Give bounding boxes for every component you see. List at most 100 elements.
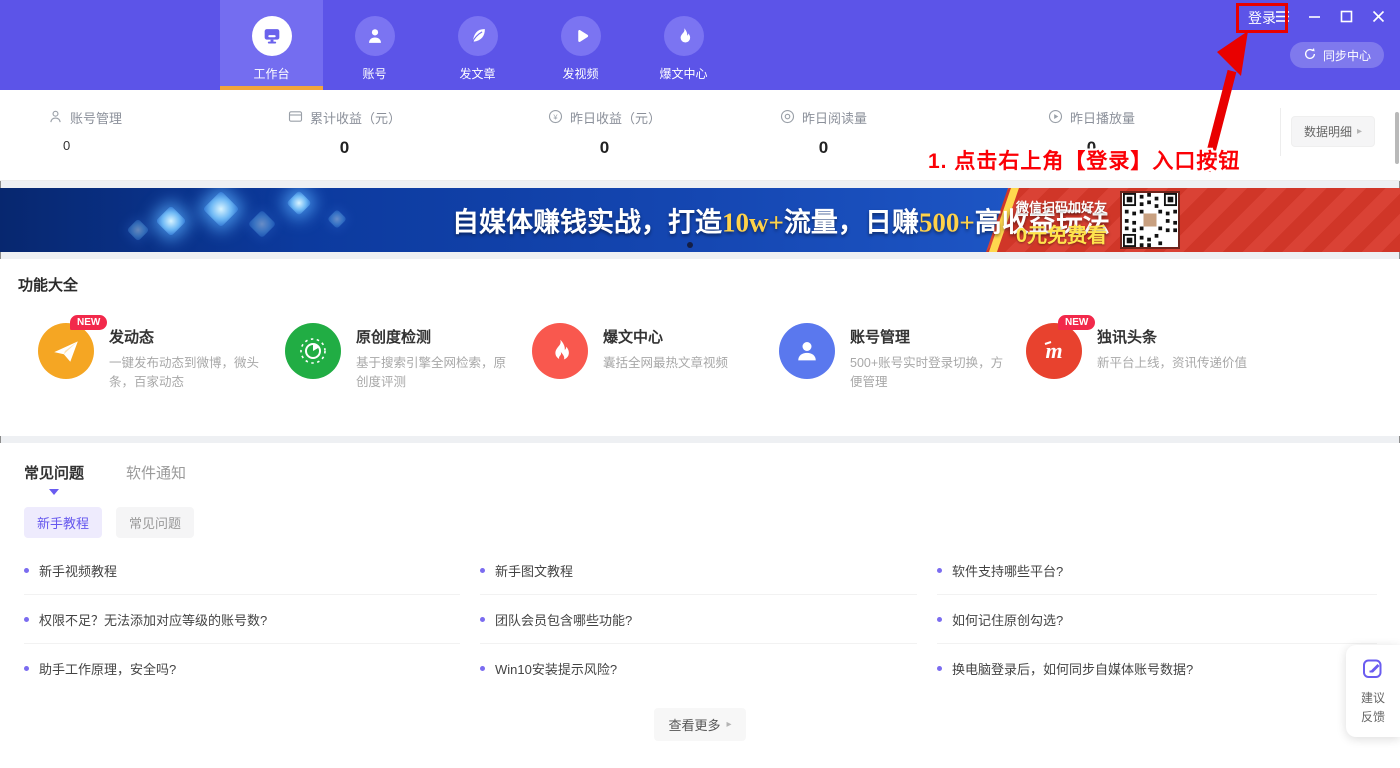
play-circle-icon: [1048, 109, 1063, 127]
tab-hot-article-center[interactable]: 爆文中心: [632, 0, 735, 90]
stat-value: 0: [48, 138, 122, 153]
stat-total-income: 累计收益（元） 0: [288, 108, 401, 158]
feature-desc: 500+账号实时登录切换，方便管理: [850, 354, 1010, 393]
bullet-icon: [937, 568, 942, 573]
feature-title: 账号管理: [850, 326, 1010, 347]
feedback-widget[interactable]: 建议 反馈: [1346, 645, 1400, 737]
faq-item[interactable]: 软件支持哪些平台?: [937, 546, 1377, 595]
subtab-common-questions[interactable]: 常见问题: [116, 507, 194, 538]
chevron-right-icon: ▸: [726, 719, 731, 730]
bullet-icon: [937, 666, 942, 671]
faq-item[interactable]: 团队会员包含哪些功能?: [480, 595, 917, 644]
bullet-icon: [480, 617, 485, 622]
card-icon: [288, 109, 303, 127]
feature-card-duxun-toutiao[interactable]: m NEW 独讯头条 新平台上线，资讯传递价值: [1026, 323, 1273, 393]
tab-faq-label: 常见问题: [24, 462, 84, 483]
feature-desc: 新平台上线，资讯传递价值: [1097, 354, 1257, 373]
faq-item[interactable]: 新手视频教程: [24, 546, 460, 595]
feature-cards: NEW 发动态 一键发布动态到微博，微头条，百家动态 原创度检测 基于搜索引擎全…: [0, 323, 1400, 393]
flame-icon: [532, 323, 588, 379]
login-button[interactable]: 登录: [1248, 10, 1276, 26]
feature-title: 爆文中心: [603, 326, 763, 347]
stat-label: 昨日播放量: [1070, 108, 1135, 127]
banner-promo-text: 微信扫码加好友 0元免费看: [1016, 197, 1107, 248]
stat-yesterday-reads: 昨日阅读量 0: [780, 108, 867, 158]
faq-list: 新手视频教程 新手图文教程 软件支持哪些平台? 权限不足？无法添加对应等级的账号…: [24, 546, 1376, 693]
new-badge: NEW: [70, 315, 107, 330]
tab-software-notice-label: 软件通知: [126, 462, 186, 483]
stat-yesterday-income: ¥ 昨日收益（元） 0: [548, 108, 661, 158]
feature-title: 独讯头条: [1097, 326, 1257, 347]
view-more-button[interactable]: 查看更多 ▸: [654, 708, 745, 741]
user-outline-icon: [48, 109, 63, 127]
scrollbar-thumb[interactable]: [1395, 112, 1399, 164]
feature-card-hot-article-center[interactable]: 爆文中心 囊括全网最热文章视频: [532, 323, 779, 393]
svg-text:m: m: [1045, 338, 1062, 363]
tab-software-notice[interactable]: 软件通知: [126, 462, 186, 483]
bullet-icon: [480, 666, 485, 671]
feature-desc: 囊括全网最热文章视频: [603, 354, 763, 373]
faq-item[interactable]: 换电脑登录后，如何同步自媒体账号数据?: [937, 644, 1377, 693]
stat-label: 账号管理: [70, 108, 122, 127]
feedback-label-line1: 建议: [1346, 689, 1400, 708]
minimize-icon[interactable]: [1307, 9, 1322, 24]
tab-faq[interactable]: 常见问题: [24, 462, 84, 495]
tab-label: 爆文中心: [659, 65, 707, 82]
originality-gauge-icon: [285, 323, 341, 379]
promo-line2: 0元免费看: [1016, 219, 1107, 248]
faq-section: 常见问题 软件通知 新手教程 常见问题 新手视频教程 新手图文教程 软件支持哪些…: [0, 443, 1400, 768]
data-detail-label: 数据明细: [1304, 123, 1352, 140]
feature-desc: 基于搜索引擎全网检索，原创度评测: [356, 354, 516, 393]
feature-card-originality-check[interactable]: 原创度检测 基于搜索引擎全网检索，原创度评测: [285, 323, 532, 393]
promo-banner[interactable]: 自媒体赚钱实战，打造10w+流量，日赚500+高收益玩法 微信扫码加好友 0元免…: [0, 188, 1400, 252]
window-controls: [1275, 9, 1386, 24]
stat-label: 昨日阅读量: [802, 108, 867, 127]
svg-text:¥: ¥: [553, 112, 558, 121]
refresh-icon: [1303, 47, 1317, 64]
bullet-icon: [24, 568, 29, 573]
tab-label: 发文章: [459, 65, 495, 82]
faq-item[interactable]: Win10安装提示风险?: [480, 644, 917, 693]
feedback-edit-icon: [1346, 656, 1400, 685]
subtab-beginner-tutorial[interactable]: 新手教程: [24, 507, 102, 538]
qr-code: [1120, 191, 1180, 249]
stat-value: 0: [780, 138, 867, 158]
feature-title: 原创度检测: [356, 326, 516, 347]
tab-workbench[interactable]: 工作台: [220, 0, 323, 90]
faq-item[interactable]: 如何记住原创勾选?: [937, 595, 1377, 644]
feature-card-account-management[interactable]: 账号管理 500+账号实时登录切换，方便管理: [779, 323, 1026, 393]
tab-account[interactable]: 账号: [323, 0, 426, 90]
features-title: 功能大全: [0, 259, 1400, 295]
main-nav: 工作台 账号 发文章 发视频: [220, 0, 735, 90]
tab-publish-article[interactable]: 发文章: [426, 0, 529, 90]
faq-item[interactable]: 新手图文教程: [480, 546, 917, 595]
bullet-icon: [24, 617, 29, 622]
sync-center-button[interactable]: 同步中心: [1290, 42, 1384, 68]
feature-card-post-update[interactable]: NEW 发动态 一键发布动态到微博，微头条，百家动态: [38, 323, 285, 393]
feature-desc: 一键发布动态到微博，微头条，百家动态: [109, 354, 269, 393]
close-icon[interactable]: [1371, 9, 1386, 24]
tutorial-annotation-text: 1. 点击右上角【登录】入口按钮: [928, 145, 1240, 175]
target-circle-icon: [780, 109, 795, 127]
tab-label: 发视频: [562, 65, 598, 82]
workbench-monitor-icon: [252, 16, 292, 56]
carousel-dot[interactable]: [687, 242, 693, 248]
data-detail-button[interactable]: 数据明细 ▸: [1291, 116, 1375, 147]
promo-line1: 微信扫码加好友: [1016, 197, 1107, 216]
feature-title: 发动态: [109, 326, 269, 347]
divider: [1280, 108, 1281, 156]
yen-circle-icon: ¥: [548, 109, 563, 127]
play-icon: [561, 16, 601, 56]
faq-item[interactable]: 助手工作原理，安全吗?: [24, 644, 460, 693]
maximize-icon[interactable]: [1339, 9, 1354, 24]
tab-label: 账号: [362, 65, 386, 82]
bullet-icon: [937, 617, 942, 622]
faq-item[interactable]: 权限不足？无法添加对应等级的账号数?: [24, 595, 460, 644]
tab-publish-video[interactable]: 发视频: [529, 0, 632, 90]
stat-label: 昨日收益（元）: [570, 108, 661, 127]
app-window: 工作台 账号 发文章 发视频: [0, 0, 1400, 768]
stat-value: 0: [288, 138, 401, 158]
bullet-icon: [24, 666, 29, 671]
sync-center-label: 同步中心: [1323, 47, 1371, 64]
stat-value: 0: [548, 138, 661, 158]
